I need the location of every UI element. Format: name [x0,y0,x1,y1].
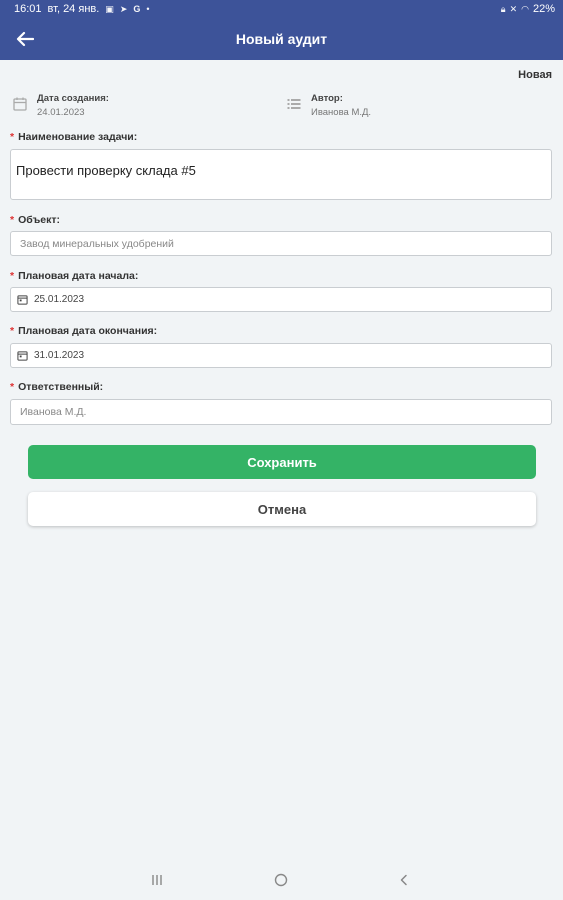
home-button[interactable] [271,870,291,890]
task-name-label-text: Наименование задачи: [18,131,138,143]
status-left: 16:01 вт, 24 янв. ▣ ➤ G • [14,3,150,15]
created-value: 24.01.2023 [37,107,85,118]
task-name-value: Провести проверку склада #5 [16,163,196,178]
status-badge: Новая [518,69,552,81]
created-info: Дата создания: 24.01.2023 [12,93,109,118]
battery-percent: 22% [532,3,555,15]
cancel-button[interactable]: Отмена [28,492,536,526]
arrow-left-icon[interactable] [16,31,34,47]
list-icon [287,99,301,109]
status-bar: 16:01 вт, 24 янв. ▣ ➤ G • 🔒︎ ✕ ◠ 22% [0,0,563,18]
author-label: Автор: [311,93,343,104]
end-date-label-text: Плановая дата окончания: [18,325,158,337]
recent-apps-button[interactable] [147,870,167,890]
object-label-text: Объект: [18,214,60,226]
status-date: вт, 24 янв. [47,3,100,15]
calendar-icon [17,351,28,361]
author-text: Автор: Иванова М.Д. [311,93,371,118]
back-icon[interactable] [399,874,409,886]
gallery-icon: ▣ [105,3,114,14]
telegram-icon: ➤ [119,3,128,14]
start-date-label-text: Плановая дата начала: [18,270,139,282]
created-label: Дата создания: [37,93,109,104]
required-mark: * [10,325,15,337]
start-date-value: 25.01.2023 [34,294,85,305]
page-title: Новый аудит [235,31,328,47]
home-icon[interactable] [274,873,288,887]
object-field[interactable]: Завод минеральных удобрений [10,231,552,256]
required-mark: * [10,131,15,143]
calendar-icon [13,97,27,111]
save-button[interactable]: Сохранить [28,445,536,479]
start-date-label: * Плановая дата начала: [10,270,138,282]
required-mark: * [10,214,15,226]
responsible-label: * Ответственный: [10,381,103,393]
object-value: Завод минеральных удобрений [20,237,174,250]
google-icon: G [133,4,141,14]
object-label: * Объект: [10,214,60,226]
required-mark: * [10,381,15,393]
end-date-value: 31.01.2023 [34,350,85,361]
task-name-label: * Наименование задачи: [10,131,137,143]
dot-icon: • [146,4,150,14]
created-text: Дата создания: 24.01.2023 [37,93,109,118]
lock-icon: 🔒︎ [500,3,506,14]
mute-icon: ✕ [509,3,518,14]
nav-back-button[interactable] [394,870,414,890]
author-info: Автор: Иванова М.Д. [286,93,371,118]
end-date-field[interactable]: 31.01.2023 [10,343,552,368]
system-nav-bar [0,860,563,900]
end-date-label: * Плановая дата окончания: [10,325,157,337]
status-right: 🔒︎ ✕ ◠ 22% [501,3,555,15]
clock: 16:01 [14,3,42,15]
responsible-label-text: Ответственный: [18,381,104,393]
task-name-field[interactable]: Провести проверку склада #5 [10,149,552,200]
app-bar: Новый аудит [0,18,563,60]
calendar-icon [17,295,28,305]
wifi-icon: ◠ [521,3,529,14]
author-value: Иванова М.Д. [311,107,372,118]
back-button[interactable] [12,26,38,52]
responsible-field[interactable]: Иванова М.Д. [10,399,552,425]
start-date-field[interactable]: 25.01.2023 [10,287,552,312]
responsible-value: Иванова М.Д. [20,406,87,418]
required-mark: * [10,270,15,282]
recent-apps-icon[interactable] [150,874,164,886]
